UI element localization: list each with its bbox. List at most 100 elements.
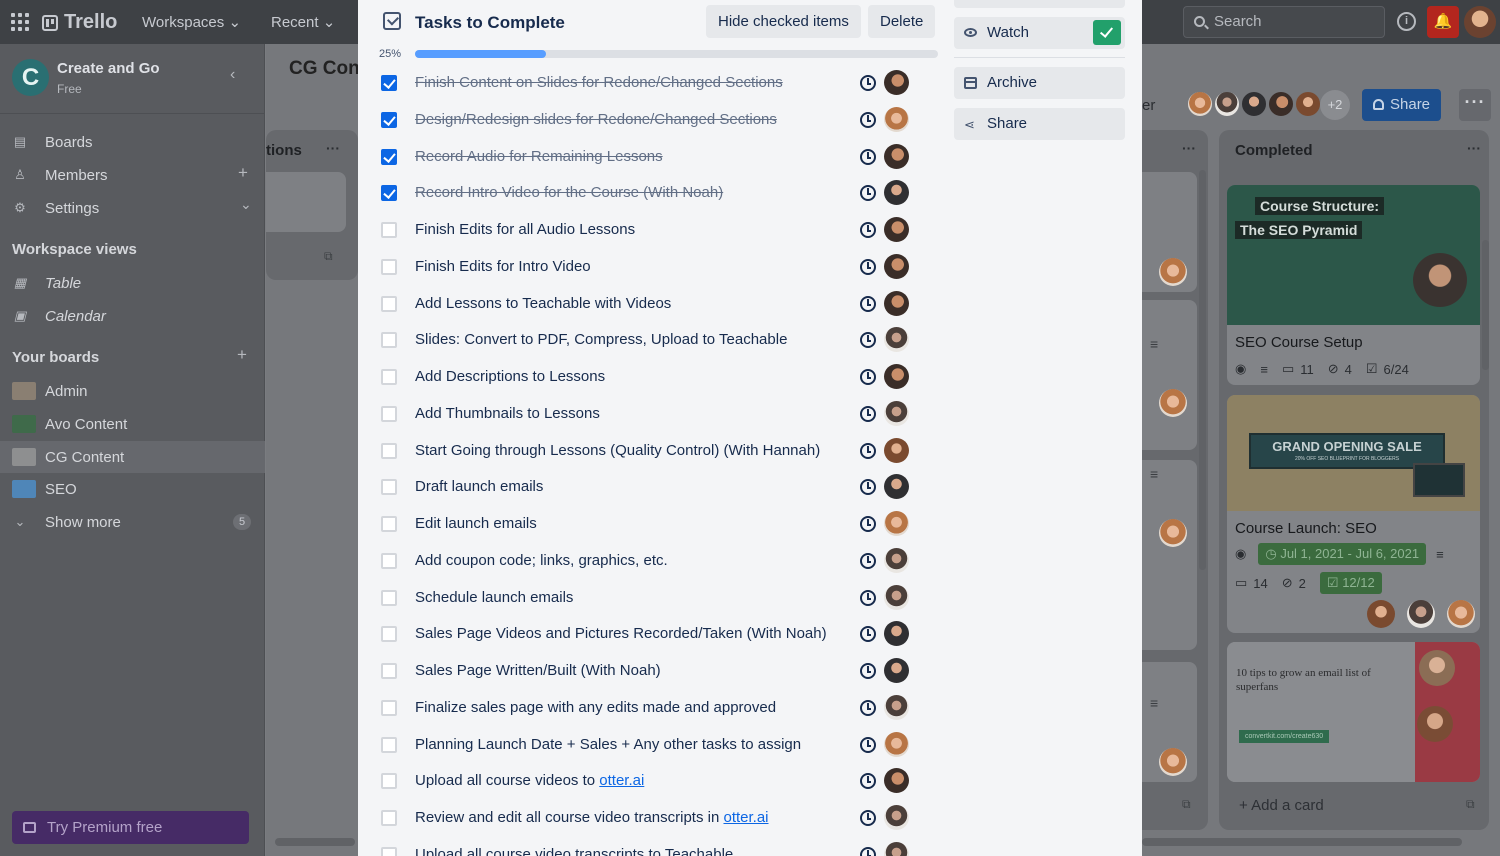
checklist-item-text[interactable]: Draft launch emails [415,478,543,495]
checklist-item-checkbox[interactable] [381,111,397,128]
hide-checked-items-button[interactable]: Hide checked items [706,5,861,38]
checklist-item-checkbox[interactable] [381,516,397,532]
board-share-button[interactable]: Share [1362,89,1441,121]
checklist-item-checkbox[interactable] [381,222,397,238]
checklist-item-text[interactable]: Start Going through Lessons (Quality Con… [415,442,820,459]
due-date-clock-icon[interactable] [860,222,876,238]
add-member-icon[interactable]: + [238,163,248,183]
checklist-item-text[interactable]: Add coupon code; links, graphics, etc. [415,552,668,569]
checklist-item-text[interactable]: Slides: Convert to PDF, Compress, Upload… [415,331,787,348]
assignee-avatar[interactable] [884,364,909,389]
board-member-avatar[interactable] [1186,90,1214,118]
checklist-item-checkbox[interactable] [381,185,397,202]
sidebar-item-members[interactable]: ♙ Members [12,162,107,188]
checklist-item-checkbox[interactable] [381,442,397,459]
list-scrollbar[interactable] [1199,170,1206,570]
checklist-item-text[interactable]: Add Thumbnails to Lessons [415,405,600,422]
completed-card-course-launch-seo[interactable]: GRAND OPENING SALE 20% OFF SEO BLUEPRINT … [1227,395,1480,633]
item-link[interactable]: otter.ai [723,809,768,826]
add-board-icon[interactable]: + [237,345,247,365]
due-date-clock-icon[interactable] [860,442,876,459]
checklist-item-checkbox[interactable] [381,589,397,606]
sidebar-board-avo-content[interactable]: Avo Content [12,411,127,437]
checklist-item-checkbox[interactable] [381,479,397,496]
archive-button[interactable]: Archive [954,67,1125,99]
checklist-item-checkbox[interactable] [381,148,397,165]
due-date-clock-icon[interactable] [860,75,876,91]
account-avatar[interactable] [1464,6,1496,38]
checklist-item-text[interactable]: Upload all course videos to otter.ai [415,772,644,789]
card-partial[interactable] [1142,300,1197,450]
checklist-item-text[interactable]: Sales Page Videos and Pictures Recorded/… [415,625,827,642]
sidebar-item-settings[interactable]: ⚙ Settings [12,195,99,221]
card-template-icon[interactable]: ⧉ [324,249,333,264]
checklist-item-text[interactable]: Record Audio for Remaining Lessons [415,148,663,165]
assignee-avatar[interactable] [884,547,909,573]
chevron-down-icon[interactable]: ⌄ [240,196,252,213]
board-member-avatar[interactable] [1213,90,1241,118]
due-date-clock-icon[interactable] [860,258,876,275]
due-date-clock-icon[interactable] [860,589,876,606]
checklist-item-text[interactable]: Finish Content on Slides for Redone/Chan… [415,74,783,91]
checklist-item-text[interactable]: Sales Page Written/Built (With Noah) [415,662,661,679]
assignee-avatar[interactable] [884,217,909,242]
checklist-title[interactable]: Tasks to Complete [415,13,565,33]
assignee-avatar[interactable] [884,437,909,463]
board-menu-button[interactable]: ··· [1459,89,1491,121]
due-date-clock-icon[interactable] [860,111,876,128]
checklist-item-checkbox[interactable] [381,663,397,679]
sidebar-item-table[interactable]: ▦ Table [12,270,81,296]
sidebar-board-seo[interactable]: SEO [12,476,77,502]
board-member-avatar[interactable] [1267,90,1295,118]
assignee-avatar[interactable] [884,658,909,683]
due-date-clock-icon[interactable] [860,295,876,312]
checklist-item-text[interactable]: Schedule launch emails [415,589,573,606]
checklist-item-checkbox[interactable] [381,699,397,716]
show-more-boards[interactable]: ⌄ Show more [12,509,121,535]
assignee-avatar[interactable] [884,290,909,316]
date-badge[interactable]: ◷ Jul 1, 2021 - Jul 6, 2021 [1258,543,1427,565]
filter-button-partial[interactable]: er [1142,97,1155,114]
app-switcher-icon[interactable] [11,13,29,31]
card-template-icon[interactable]: ⧉ [1466,797,1475,812]
assignee-avatar[interactable] [884,584,909,610]
completed-card-email-list[interactable]: 10 tips to grow an email list of superfa… [1227,642,1480,782]
sidebar-board-cg-content[interactable]: CG Content [12,444,124,470]
checklist-item-checkbox[interactable] [381,369,397,385]
due-date-clock-icon[interactable] [860,516,876,532]
checklist-item-checkbox[interactable] [381,295,397,312]
checklist-item-checkbox[interactable] [381,626,397,643]
checklist-item-text[interactable]: Record Intro Video for the Course (With … [415,184,723,201]
checklist-item-text[interactable]: Planning Launch Date + Sales + Any other… [415,736,801,753]
due-date-clock-icon[interactable] [860,405,876,422]
checklist-item-checkbox[interactable] [381,810,397,826]
sidebar-item-calendar[interactable]: ▣ Calendar [12,303,106,329]
checklist-item-checkbox[interactable] [381,75,397,91]
board-member-avatar[interactable] [1294,90,1322,118]
due-date-clock-icon[interactable] [860,369,876,385]
item-link[interactable]: otter.ai [599,772,644,789]
checklist-item-checkbox[interactable] [381,332,397,349]
due-date-clock-icon[interactable] [860,810,876,826]
checklist-item-checkbox[interactable] [381,405,397,422]
share-card-button[interactable]: ⋖ Share [954,108,1125,140]
checklist-item-text[interactable]: Add Lessons to Teachable with Videos [415,295,671,312]
card-partial[interactable] [1142,460,1197,650]
recent-menu[interactable]: Recent ⌄ [271,13,335,31]
notifications-bell-icon[interactable]: 🔔 [1427,6,1459,38]
board-horizontal-scrollbar[interactable] [1142,838,1462,846]
checklist-item-text[interactable]: Finish Edits for all Audio Lessons [415,221,635,238]
checklist-item-checkbox[interactable] [381,552,397,569]
assignee-avatar[interactable] [884,805,909,830]
due-date-clock-icon[interactable] [860,736,876,753]
assignee-avatar[interactable] [884,511,909,536]
card-partial[interactable] [266,172,346,232]
checklist-item-text[interactable]: Edit launch emails [415,515,537,532]
assignee-avatar[interactable] [884,106,909,132]
try-premium-button[interactable]: Try Premium free [12,811,249,844]
board-title[interactable]: CG Con [289,58,360,80]
due-date-clock-icon[interactable] [860,552,876,569]
search-input[interactable]: Search [1183,6,1385,38]
trello-logo[interactable]: Trello [42,11,117,34]
checklist-item-text[interactable]: Review and edit all course video transcr… [415,809,769,826]
